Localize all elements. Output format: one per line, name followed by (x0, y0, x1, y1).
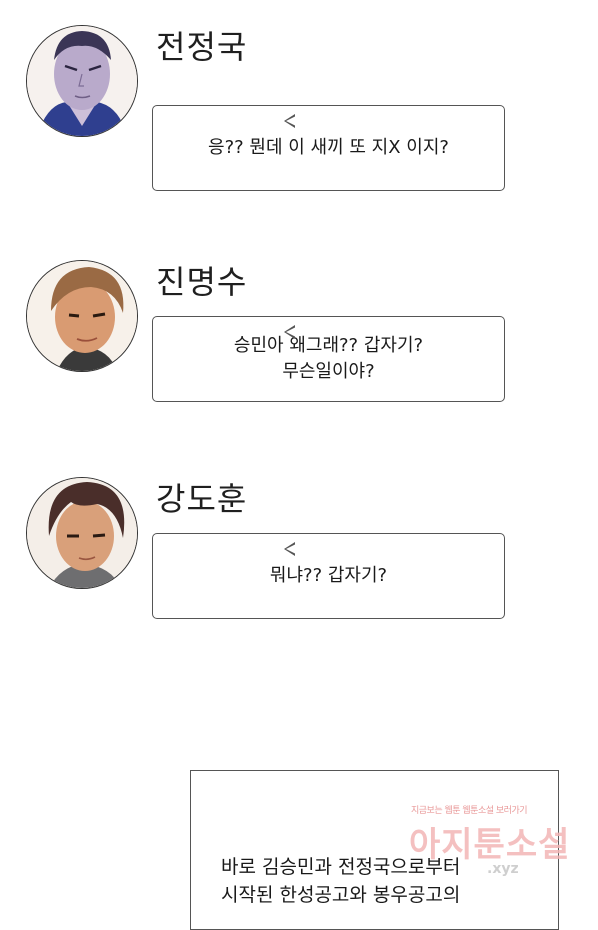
avatar-jeon-jeongguk (26, 25, 138, 137)
avatar-jin-myeongsu (26, 260, 138, 372)
narration-box: 바로 김승민과 전정국으로부터 시작된 한성공고와 봉우공고의 (190, 770, 559, 930)
message-text: 응?? 뭔데 이 새끼 또 지X 이지? (208, 137, 449, 158)
chat-message-2: 진명수 승민아 왜그래?? 갑자기? 무슨일이야? (0, 260, 598, 430)
speech-bubble: 승민아 왜그래?? 갑자기? 무슨일이야? (152, 316, 505, 402)
avatar-kang-dohun (26, 477, 138, 589)
message-text: 뭐냐?? 갑자기? (269, 565, 388, 586)
message-text: 승민아 왜그래?? 갑자기? 무슨일이야? (233, 335, 424, 382)
speaker-name: 진명수 (156, 263, 248, 301)
speaker-name: 전정국 (156, 28, 248, 66)
speech-bubble: 응?? 뭔데 이 새끼 또 지X 이지? (152, 105, 505, 191)
chat-message-1: 전정국 응?? 뭔데 이 새끼 또 지X 이지? (0, 25, 598, 195)
speech-bubble: 뭐냐?? 갑자기? (152, 533, 505, 619)
speaker-name: 강도훈 (156, 480, 248, 518)
chat-message-3: 강도훈 뭐냐?? 갑자기? (0, 477, 598, 647)
narration-text: 바로 김승민과 전정국으로부터 시작된 한성공고와 봉우공고의 (221, 856, 461, 906)
